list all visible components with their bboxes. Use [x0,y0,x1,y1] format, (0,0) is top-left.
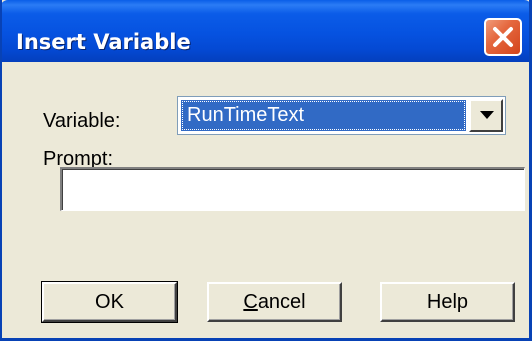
title-bar[interactable]: Insert Variable [2,0,529,62]
ok-button[interactable]: OK [41,281,178,323]
cancel-accelerator-char: C [243,291,258,313]
variable-selected-value[interactable]: RunTimeText [181,100,466,131]
variable-dropdown[interactable]: RunTimeText [177,96,506,135]
chevron-down-icon [480,111,494,119]
close-icon [493,27,513,47]
dropdown-button[interactable] [469,99,503,132]
close-button[interactable] [484,18,522,56]
prompt-input[interactable] [60,167,525,211]
insert-variable-dialog: Insert Variable Variable: RunTimeText Pr… [0,0,532,341]
help-button[interactable]: Help [380,282,515,322]
cancel-button[interactable]: Cancel [207,282,342,322]
variable-label: Variable: [43,110,121,132]
dialog-title: Insert Variable [16,30,191,54]
cancel-label-rest: ancel [257,291,306,313]
